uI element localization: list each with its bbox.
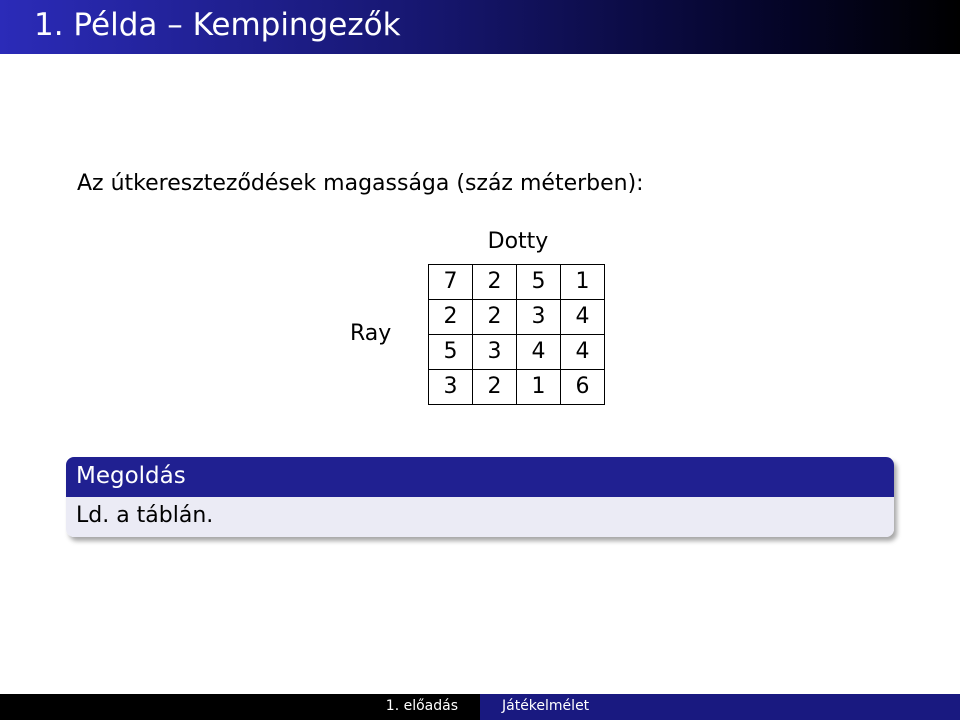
- matrix-cell: 3: [428, 369, 473, 405]
- column-player-label: Dotty: [487, 229, 549, 254]
- matrix-cell: 2: [472, 369, 517, 405]
- matrix-cell: 2: [472, 299, 517, 335]
- matrix-row: 2 2 3 4: [428, 299, 605, 335]
- matrix-cell: 1: [560, 264, 605, 300]
- matrix-cell: 3: [472, 334, 517, 370]
- footer-course-label: Játékelmélet: [502, 698, 590, 714]
- matrix-cell: 5: [428, 334, 473, 370]
- footer-lecture-label: 1. előadás: [385, 698, 458, 714]
- matrix-row: 7 2 5 1: [428, 264, 605, 300]
- footer-right: Játékelmélet: [480, 694, 960, 720]
- slide-title: 1. Példa – Kempingezők: [34, 7, 401, 43]
- solution-block-header: Megoldás: [66, 457, 894, 497]
- title-bar: 1. Példa – Kempingezők: [0, 0, 960, 54]
- payoff-matrix: 7 2 5 1 2 2 3 4 5 3 4 4 3 2 1 6: [428, 264, 605, 405]
- solution-block: Megoldás Ld. a táblán.: [66, 457, 894, 537]
- matrix-cell: 2: [428, 299, 473, 335]
- footer-left: 1. előadás: [0, 694, 480, 720]
- matrix-cell: 4: [560, 334, 605, 370]
- solution-block-title: Megoldás: [76, 463, 186, 489]
- matrix-row: 5 3 4 4: [428, 334, 605, 370]
- matrix-cell: 6: [560, 369, 605, 405]
- matrix-cell: 7: [428, 264, 473, 300]
- solution-block-text: Ld. a táblán.: [76, 503, 214, 528]
- solution-block-body: Ld. a táblán.: [66, 497, 894, 537]
- matrix-row: 3 2 1 6: [428, 369, 605, 405]
- row-player-label: Ray: [350, 321, 392, 346]
- intro-text: Az útkereszteződések magassága (száz mét…: [77, 171, 644, 196]
- matrix-cell: 5: [516, 264, 561, 300]
- matrix-cell: 1: [516, 369, 561, 405]
- matrix-cell: 4: [560, 299, 605, 335]
- matrix-cell: 2: [472, 264, 517, 300]
- matrix-cell: 3: [516, 299, 561, 335]
- footer-bar: 1. előadás Játékelmélet: [0, 694, 960, 720]
- matrix-cell: 4: [516, 334, 561, 370]
